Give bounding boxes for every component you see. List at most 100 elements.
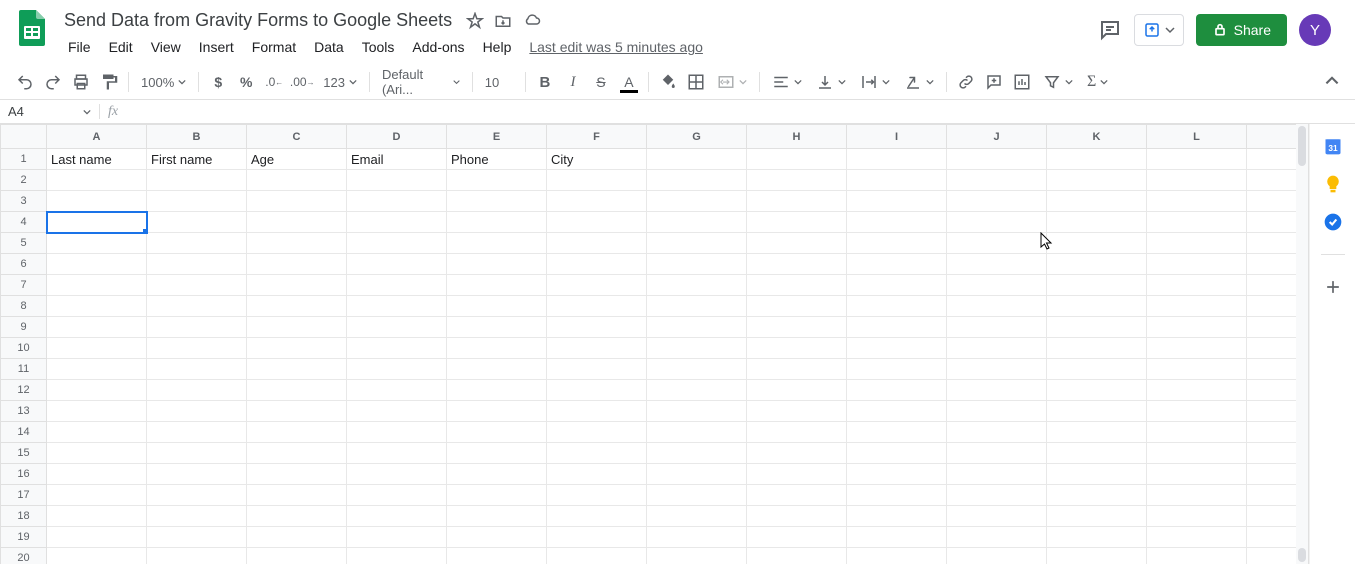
cell-D19[interactable] bbox=[347, 527, 447, 548]
cell-I1[interactable] bbox=[847, 149, 947, 170]
cell-I12[interactable] bbox=[847, 380, 947, 401]
tasks-icon[interactable] bbox=[1323, 212, 1343, 232]
calendar-icon[interactable]: 31 bbox=[1323, 136, 1343, 156]
cell-D14[interactable] bbox=[347, 422, 447, 443]
cell-J8[interactable] bbox=[947, 296, 1047, 317]
row-header-18[interactable]: 18 bbox=[1, 506, 47, 527]
cell-K17[interactable] bbox=[1047, 485, 1147, 506]
cell-J19[interactable] bbox=[947, 527, 1047, 548]
cell-K7[interactable] bbox=[1047, 275, 1147, 296]
cell-D7[interactable] bbox=[347, 275, 447, 296]
insert-link-icon[interactable] bbox=[953, 69, 979, 95]
cell-G5[interactable] bbox=[647, 233, 747, 254]
cell-E1[interactable]: Phone bbox=[447, 149, 547, 170]
cell-D17[interactable] bbox=[347, 485, 447, 506]
cell-E16[interactable] bbox=[447, 464, 547, 485]
insert-chart-icon[interactable] bbox=[1009, 69, 1035, 95]
cell-I14[interactable] bbox=[847, 422, 947, 443]
cell-F13[interactable] bbox=[547, 401, 647, 422]
col-header-K[interactable]: K bbox=[1047, 125, 1147, 149]
cell-C18[interactable] bbox=[247, 506, 347, 527]
cell-H3[interactable] bbox=[747, 191, 847, 212]
cell-G16[interactable] bbox=[647, 464, 747, 485]
cell-L2[interactable] bbox=[1147, 170, 1247, 191]
last-edit-link[interactable]: Last edit was 5 minutes ago bbox=[529, 39, 703, 55]
merge-cells-dropdown[interactable] bbox=[711, 69, 753, 95]
cell-H5[interactable] bbox=[747, 233, 847, 254]
paint-format-icon[interactable] bbox=[96, 69, 122, 95]
cell-I19[interactable] bbox=[847, 527, 947, 548]
row-header-13[interactable]: 13 bbox=[1, 401, 47, 422]
cell-H11[interactable] bbox=[747, 359, 847, 380]
cell-B5[interactable] bbox=[147, 233, 247, 254]
cell-G20[interactable] bbox=[647, 548, 747, 565]
cell-H10[interactable] bbox=[747, 338, 847, 359]
cell-B14[interactable] bbox=[147, 422, 247, 443]
cell-C17[interactable] bbox=[247, 485, 347, 506]
sheets-logo[interactable] bbox=[12, 8, 52, 48]
col-header-I[interactable]: I bbox=[847, 125, 947, 149]
cell-K4[interactable] bbox=[1047, 212, 1147, 233]
row-header-5[interactable]: 5 bbox=[1, 233, 47, 254]
cell-F14[interactable] bbox=[547, 422, 647, 443]
cell-E13[interactable] bbox=[447, 401, 547, 422]
cell-D20[interactable] bbox=[347, 548, 447, 565]
cell-I15[interactable] bbox=[847, 443, 947, 464]
move-icon[interactable] bbox=[494, 12, 512, 30]
cell-E9[interactable] bbox=[447, 317, 547, 338]
cell-K6[interactable] bbox=[1047, 254, 1147, 275]
cell-B15[interactable] bbox=[147, 443, 247, 464]
cell-E17[interactable] bbox=[447, 485, 547, 506]
cell-B17[interactable] bbox=[147, 485, 247, 506]
undo-icon[interactable] bbox=[12, 69, 38, 95]
cell-L12[interactable] bbox=[1147, 380, 1247, 401]
cell-B4[interactable] bbox=[147, 212, 247, 233]
cell-L1[interactable] bbox=[1147, 149, 1247, 170]
col-header-E[interactable]: E bbox=[447, 125, 547, 149]
cell-E7[interactable] bbox=[447, 275, 547, 296]
cell-F3[interactable] bbox=[547, 191, 647, 212]
cell-F20[interactable] bbox=[547, 548, 647, 565]
row-header-3[interactable]: 3 bbox=[1, 191, 47, 212]
cell-G13[interactable] bbox=[647, 401, 747, 422]
cell-L3[interactable] bbox=[1147, 191, 1247, 212]
doc-title[interactable]: Send Data from Gravity Forms to Google S… bbox=[60, 8, 456, 33]
cell-H1[interactable] bbox=[747, 149, 847, 170]
cell-F17[interactable] bbox=[547, 485, 647, 506]
cell-G3[interactable] bbox=[647, 191, 747, 212]
borders-icon[interactable] bbox=[683, 69, 709, 95]
cell-A19[interactable] bbox=[47, 527, 147, 548]
collapse-toolbar-icon[interactable] bbox=[1319, 69, 1345, 95]
cell-F4[interactable] bbox=[547, 212, 647, 233]
star-icon[interactable] bbox=[466, 12, 484, 30]
text-color-icon[interactable]: A bbox=[616, 69, 642, 95]
cell-G17[interactable] bbox=[647, 485, 747, 506]
cell-J17[interactable] bbox=[947, 485, 1047, 506]
cell-L9[interactable] bbox=[1147, 317, 1247, 338]
cell-B8[interactable] bbox=[147, 296, 247, 317]
col-header-F[interactable]: F bbox=[547, 125, 647, 149]
zoom-dropdown[interactable]: 100% bbox=[135, 69, 192, 95]
vertical-scrollbar[interactable] bbox=[1296, 124, 1308, 564]
cell-G19[interactable] bbox=[647, 527, 747, 548]
currency-icon[interactable]: $ bbox=[205, 69, 231, 95]
cell-F7[interactable] bbox=[547, 275, 647, 296]
cell-J9[interactable] bbox=[947, 317, 1047, 338]
cell-G8[interactable] bbox=[647, 296, 747, 317]
cell-L10[interactable] bbox=[1147, 338, 1247, 359]
cell-A4[interactable] bbox=[47, 212, 147, 233]
row-header-16[interactable]: 16 bbox=[1, 464, 47, 485]
cell-B2[interactable] bbox=[147, 170, 247, 191]
cell-I13[interactable] bbox=[847, 401, 947, 422]
cell-G4[interactable] bbox=[647, 212, 747, 233]
cell-D6[interactable] bbox=[347, 254, 447, 275]
italic-icon[interactable]: I bbox=[560, 69, 586, 95]
cell-K8[interactable] bbox=[1047, 296, 1147, 317]
menu-insert[interactable]: Insert bbox=[191, 35, 242, 59]
cell-G10[interactable] bbox=[647, 338, 747, 359]
cell-F12[interactable] bbox=[547, 380, 647, 401]
cell-A18[interactable] bbox=[47, 506, 147, 527]
cell-C9[interactable] bbox=[247, 317, 347, 338]
insert-comment-icon[interactable] bbox=[981, 69, 1007, 95]
cell-I4[interactable] bbox=[847, 212, 947, 233]
